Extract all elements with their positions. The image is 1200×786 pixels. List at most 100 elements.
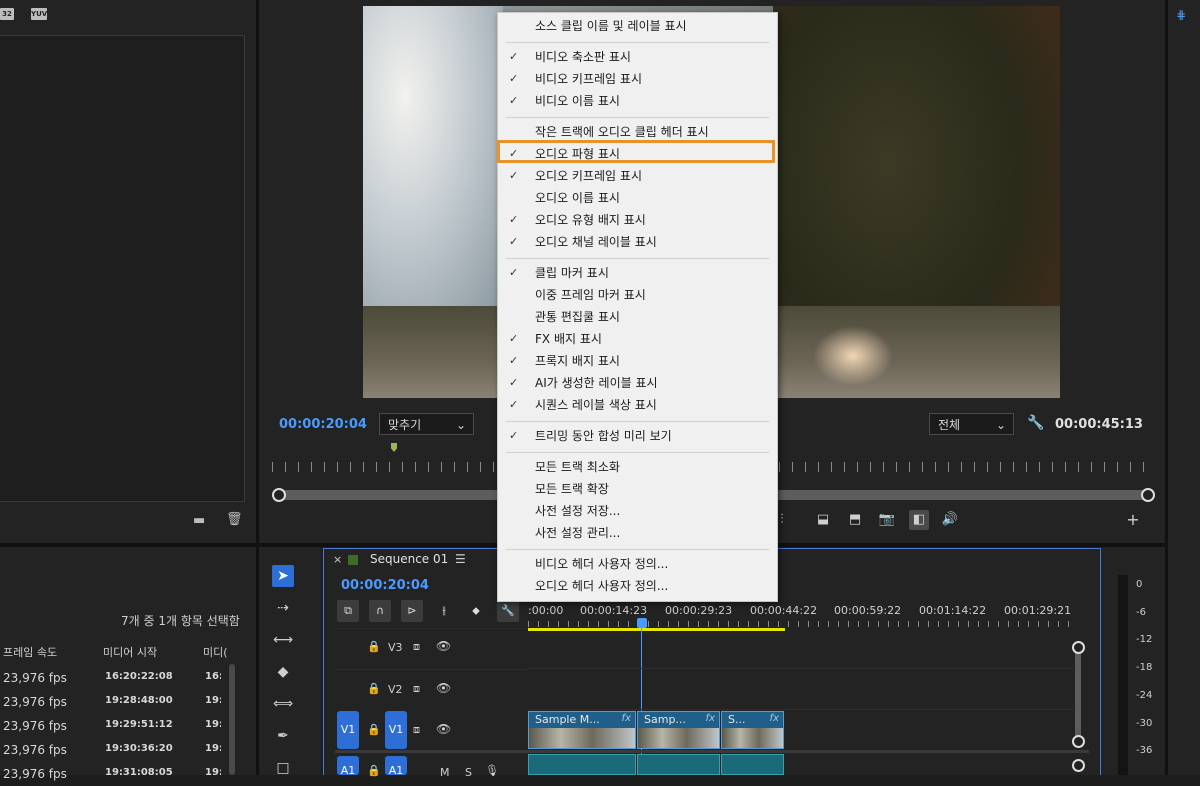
add-button-icon[interactable]: + <box>1123 510 1143 530</box>
ripple-edit-tool-icon[interactable]: ⟷ <box>272 629 294 651</box>
track-v1-target[interactable]: V1 <box>385 711 407 749</box>
comparison-view-icon[interactable]: ◧ <box>909 510 929 530</box>
extract-icon[interactable]: ⬒ <box>845 510 865 530</box>
column-header-media-end[interactable]: 미디( <box>203 644 227 660</box>
menu-item[interactable]: ✓ 트리밍 동안 합성 미리 보기 <box>498 425 777 447</box>
menu-item[interactable]: 소스 클립 이름 및 레이블 표시 <box>498 15 777 37</box>
eye-icon[interactable]: 👁 <box>436 722 451 736</box>
menu-item[interactable]: 오디오 헤더 사용자 정의... <box>498 575 777 597</box>
menu-item[interactable]: ✓ 비디오 축소판 표시 <box>498 46 777 68</box>
speaker-icon[interactable]: 🔊 <box>940 510 960 530</box>
snap-icon[interactable]: ∩ <box>369 600 391 622</box>
duration-timecode: 00:00:45:13 <box>1055 417 1143 432</box>
menu-item[interactable]: ✓ 시퀀스 레이블 색상 표시 <box>498 394 777 416</box>
menu-item[interactable]: 이중 프레임 마커 표시 <box>498 284 777 306</box>
column-header-fps[interactable]: 프레임 속도 <box>3 644 57 660</box>
menu-item[interactable]: ✓ 오디오 채널 레이블 표시 <box>498 231 777 253</box>
menu-item[interactable]: 비디오 헤더 사용자 정의... <box>498 553 777 575</box>
menu-item[interactable]: ✓ FX 배지 표시 <box>498 328 777 350</box>
track-a1-target[interactable]: A1 <box>385 756 407 777</box>
timeline-vscrollbar[interactable] <box>1075 646 1081 741</box>
audio-vscroll-handle[interactable] <box>1072 759 1085 772</box>
close-icon[interactable]: × <box>333 553 342 566</box>
menu-item[interactable]: ✓ 비디오 키프레임 표시 <box>498 68 777 90</box>
menu-item[interactable]: 관통 편집쿨 표시 <box>498 306 777 328</box>
source-patch-a1[interactable]: A1 <box>337 756 359 777</box>
source-patch-v1[interactable]: V1 <box>337 711 359 749</box>
sync-lock-icon[interactable]: ⧈ <box>413 640 420 654</box>
lock-icon[interactable]: 🔒 <box>367 723 381 736</box>
checkmark-icon: ✓ <box>509 376 519 389</box>
mute-button[interactable]: M <box>440 766 450 779</box>
menu-item[interactable]: 사전 설정 관리... <box>498 522 777 544</box>
vscroll-top-handle[interactable] <box>1072 641 1085 654</box>
eye-icon[interactable]: 👁 <box>436 639 451 653</box>
camera-icon[interactable]: 📷 <box>877 510 897 530</box>
linked-selection-icon[interactable]: ⊳ <box>401 600 423 622</box>
clip-name: S... <box>728 713 746 726</box>
folder-icon[interactable]: ▬ <box>193 513 205 528</box>
video-clip[interactable]: S... fx <box>721 711 784 749</box>
column-header-media-start[interactable]: 미디어 시작 <box>103 644 157 660</box>
sync-lock-icon[interactable]: ⧈ <box>413 682 420 696</box>
microphone-icon[interactable]: 🎙 <box>485 764 499 777</box>
scrollbar-right-handle[interactable] <box>1141 488 1155 502</box>
rectangle-tool-icon[interactable]: □ <box>272 757 294 779</box>
track-v2-header[interactable] <box>335 669 527 710</box>
timeline-wrench-icon[interactable]: 🔧 <box>497 600 519 622</box>
lock-icon[interactable]: 🔒 <box>367 640 381 653</box>
current-timecode[interactable]: 00:00:20:04 <box>279 417 367 432</box>
info-cell-fps: 23,976 fps <box>3 743 67 757</box>
vscroll-bottom-handle[interactable] <box>1072 735 1085 748</box>
track-select-tool-icon[interactable]: ⇢ <box>272 597 294 619</box>
menu-item[interactable]: ✓ 오디오 유형 배지 표시 <box>498 209 777 231</box>
nest-icon[interactable]: ⧉ <box>337 600 359 622</box>
eye-icon[interactable]: 👁 <box>436 681 451 695</box>
lift-icon[interactable]: ⬓ <box>813 510 833 530</box>
slip-tool-icon[interactable]: ⟺ <box>272 693 294 715</box>
project-list[interactable] <box>0 35 245 502</box>
info-scrollbar[interactable] <box>229 664 235 775</box>
trash-icon[interactable]: 🗑 <box>226 512 243 527</box>
menu-item[interactable]: ✓ 클립 마커 표시 <box>498 262 777 284</box>
panel-menu-icon[interactable]: ☰ <box>455 552 466 566</box>
meter-scale-label: -24 <box>1136 690 1153 701</box>
zoom-select[interactable]: 맞추기 ⌄ <box>379 413 474 435</box>
track-separator <box>335 750 1089 753</box>
menu-item[interactable]: ✓ 프록지 배지 표시 <box>498 350 777 372</box>
razor-tool-icon[interactable]: ◆ <box>272 661 294 683</box>
menu-item-label: 비디오 키프레임 표시 <box>535 72 642 86</box>
menu-item[interactable]: ✓ 오디오 키프레임 표시 <box>498 165 777 187</box>
audio-clip[interactable] <box>528 754 636 775</box>
sequence-tab-name[interactable]: Sequence 01 <box>370 552 448 566</box>
video-clip[interactable]: Samp... fx <box>637 711 720 749</box>
menu-item[interactable]: 오디오 이름 표시 <box>498 187 777 209</box>
panel-icon[interactable]: ⋕ <box>1176 8 1186 22</box>
menu-item[interactable]: 모든 트랙 최소화 <box>498 456 777 478</box>
pen-tool-icon[interactable]: ✒ <box>272 725 294 747</box>
work-area-bar[interactable] <box>528 628 785 631</box>
sync-lock-icon[interactable]: ⧈ <box>413 723 420 737</box>
menu-item-label: 오디오 이름 표시 <box>535 191 620 205</box>
menu-item[interactable]: 모든 트랙 확장 <box>498 478 777 500</box>
marker-icon[interactable]: ⬥ <box>465 600 487 622</box>
scrollbar-left-handle[interactable] <box>272 488 286 502</box>
menu-item[interactable]: ✓ 비디오 이름 표시 <box>498 90 777 112</box>
track-separator <box>528 668 1073 669</box>
lock-icon[interactable]: 🔒 <box>367 682 381 695</box>
audio-clip[interactable] <box>637 754 720 775</box>
wrench-icon[interactable]: 🔧 <box>1027 415 1044 431</box>
checkmark-icon: ✓ <box>509 50 519 63</box>
playhead-handle[interactable] <box>637 618 647 628</box>
menu-item[interactable]: ✓ AI가 생성한 레이블 표시 <box>498 372 777 394</box>
track-v3-header[interactable] <box>335 628 527 669</box>
quality-select[interactable]: 전체 ⌄ <box>929 413 1014 435</box>
timeline-timecode[interactable]: 00:00:20:04 <box>341 578 429 593</box>
audio-clip[interactable] <box>721 754 784 775</box>
lock-icon[interactable]: 🔒 <box>367 764 381 777</box>
solo-button[interactable]: S <box>465 766 472 779</box>
video-clip[interactable]: Sample M... fx <box>528 711 636 749</box>
menu-item[interactable]: 사전 설정 저장... <box>498 500 777 522</box>
selection-tool-icon[interactable]: ➤ <box>272 565 294 587</box>
add-marker-range-icon[interactable]: ⫲ <box>433 600 455 622</box>
